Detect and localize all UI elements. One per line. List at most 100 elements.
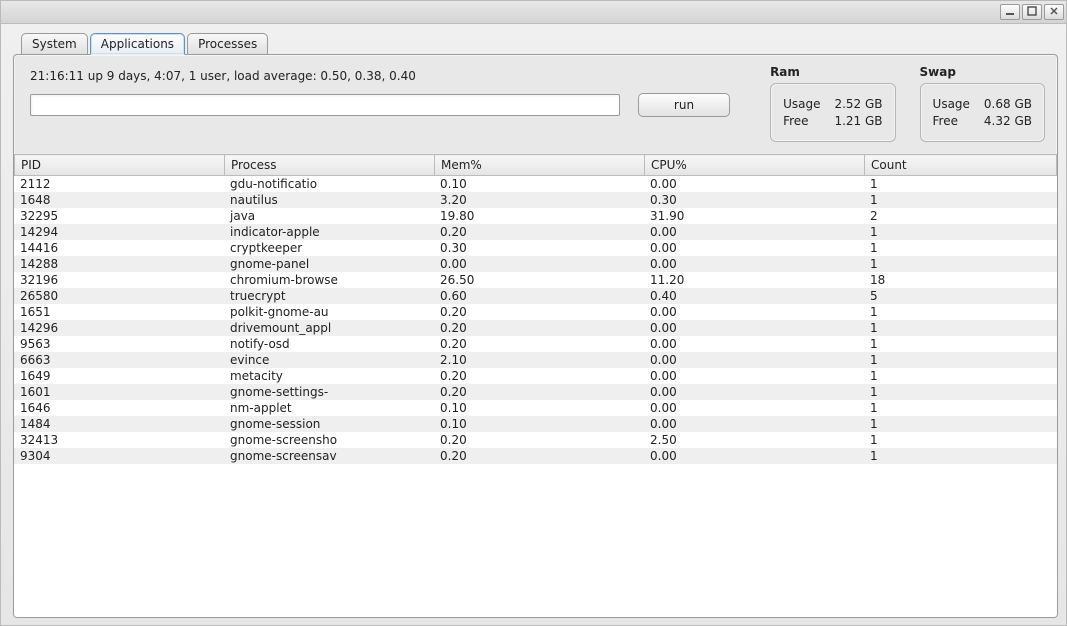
table-row[interactable]: 32196chromium-browse26.5011.2018 xyxy=(14,272,1057,288)
cell-count: 18 xyxy=(864,272,1057,288)
tab-system[interactable]: System xyxy=(21,33,88,55)
table-row[interactable]: 9563notify-osd0.200.001 xyxy=(14,336,1057,352)
cell-count: 1 xyxy=(864,304,1057,320)
tab-applications[interactable]: Applications xyxy=(90,33,185,55)
ram-label: Ram xyxy=(770,65,895,79)
cell-process: truecrypt xyxy=(224,288,434,304)
tab-bar: System Applications Processes xyxy=(21,30,1058,54)
col-header-cpu[interactable]: CPU% xyxy=(645,155,865,176)
swap-usage-value: 0.68 GB xyxy=(984,97,1032,111)
maximize-icon xyxy=(1027,6,1037,19)
cell-mem: 2.10 xyxy=(434,352,644,368)
cell-pid: 9563 xyxy=(14,336,224,352)
table-header-row: PID Process Mem% CPU% Count xyxy=(15,155,1057,176)
cell-cpu: 2.50 xyxy=(644,432,864,448)
cell-count: 1 xyxy=(864,432,1057,448)
col-header-pid[interactable]: PID xyxy=(15,155,225,176)
run-button[interactable]: run xyxy=(638,93,730,117)
ram-free-value: 1.21 GB xyxy=(834,114,882,128)
cell-process: cryptkeeper xyxy=(224,240,434,256)
cell-mem: 0.00 xyxy=(434,256,644,272)
table-body-scroll[interactable]: 2112gdu-notificatio0.100.0011648nautilus… xyxy=(14,176,1057,617)
cell-process: gnome-screensav xyxy=(224,448,434,464)
cell-mem: 0.20 xyxy=(434,384,644,400)
table-row[interactable]: 1484gnome-session0.100.001 xyxy=(14,416,1057,432)
minimize-icon xyxy=(1005,6,1015,19)
cell-cpu: 0.30 xyxy=(644,192,864,208)
cell-pid: 1651 xyxy=(14,304,224,320)
command-input[interactable] xyxy=(30,94,620,116)
cell-pid: 1646 xyxy=(14,400,224,416)
cell-process: gnome-settings- xyxy=(224,384,434,400)
tab-processes[interactable]: Processes xyxy=(187,33,268,55)
cell-cpu: 0.00 xyxy=(644,224,864,240)
cell-pid: 26580 xyxy=(14,288,224,304)
cell-count: 1 xyxy=(864,448,1057,464)
cell-cpu: 11.20 xyxy=(644,272,864,288)
cell-pid: 1601 xyxy=(14,384,224,400)
cell-count: 1 xyxy=(864,240,1057,256)
cell-process: gnome-panel xyxy=(224,256,434,272)
cell-pid: 32295 xyxy=(14,208,224,224)
cell-pid: 6663 xyxy=(14,352,224,368)
cell-count: 1 xyxy=(864,400,1057,416)
cell-process: drivemount_appl xyxy=(224,320,434,336)
cell-pid: 14296 xyxy=(14,320,224,336)
cell-count: 1 xyxy=(864,192,1057,208)
cell-mem: 3.20 xyxy=(434,192,644,208)
cell-process: gdu-notificatio xyxy=(224,176,434,192)
cell-count: 1 xyxy=(864,224,1057,240)
cell-cpu: 0.00 xyxy=(644,256,864,272)
swap-label: Swap xyxy=(920,65,1045,79)
table-row[interactable]: 32295java19.8031.902 xyxy=(14,208,1057,224)
cell-mem: 26.50 xyxy=(434,272,644,288)
cell-count: 1 xyxy=(864,320,1057,336)
table-row[interactable]: 14288gnome-panel0.000.001 xyxy=(14,256,1057,272)
table-row[interactable]: 9304gnome-screensav0.200.001 xyxy=(14,448,1057,464)
cell-mem: 19.80 xyxy=(434,208,644,224)
col-header-mem[interactable]: Mem% xyxy=(435,155,645,176)
uptime-status: 21:16:11 up 9 days, 4:07, 1 user, load a… xyxy=(30,69,756,83)
cell-mem: 0.10 xyxy=(434,176,644,192)
cell-count: 5 xyxy=(864,288,1057,304)
col-header-process[interactable]: Process xyxy=(225,155,435,176)
table-row[interactable]: 32413gnome-screensho0.202.501 xyxy=(14,432,1057,448)
info-cards: Ram Usage 2.52 GB Free 1.21 GB xyxy=(770,65,1045,142)
cell-cpu: 0.00 xyxy=(644,336,864,352)
swap-free-value: 4.32 GB xyxy=(984,114,1032,128)
process-table-wrap: PID Process Mem% CPU% Count 2112gdu-no xyxy=(14,154,1057,617)
swap-usage-label: Usage xyxy=(933,97,970,111)
table-row[interactable]: 1651polkit-gnome-au0.200.001 xyxy=(14,304,1057,320)
table-row[interactable]: 6663evince2.100.001 xyxy=(14,352,1057,368)
ram-usage-label: Usage xyxy=(783,97,820,111)
col-header-count[interactable]: Count xyxy=(865,155,1057,176)
cell-count: 1 xyxy=(864,416,1057,432)
table-row[interactable]: 14294indicator-apple0.200.001 xyxy=(14,224,1057,240)
table-row[interactable]: 1648nautilus3.200.301 xyxy=(14,192,1057,208)
applications-panel: 21:16:11 up 9 days, 4:07, 1 user, load a… xyxy=(13,54,1058,618)
table-row[interactable]: 14296drivemount_appl0.200.001 xyxy=(14,320,1057,336)
table-row[interactable]: 1601gnome-settings-0.200.001 xyxy=(14,384,1057,400)
process-table-body: 2112gdu-notificatio0.100.0011648nautilus… xyxy=(14,176,1057,464)
cell-mem: 0.20 xyxy=(434,224,644,240)
cell-count: 1 xyxy=(864,352,1057,368)
cell-pid: 1484 xyxy=(14,416,224,432)
maximize-button[interactable] xyxy=(1022,4,1042,20)
table-row[interactable]: 2112gdu-notificatio0.100.001 xyxy=(14,176,1057,192)
table-row[interactable]: 1646nm-applet0.100.001 xyxy=(14,400,1057,416)
cell-mem: 0.60 xyxy=(434,288,644,304)
table-row[interactable]: 14416cryptkeeper0.300.001 xyxy=(14,240,1057,256)
cell-count: 1 xyxy=(864,384,1057,400)
table-row[interactable]: 26580truecrypt0.600.405 xyxy=(14,288,1057,304)
cell-process: gnome-session xyxy=(224,416,434,432)
minimize-button[interactable] xyxy=(1000,4,1020,20)
cell-pid: 1649 xyxy=(14,368,224,384)
cell-cpu: 0.00 xyxy=(644,240,864,256)
cell-mem: 0.10 xyxy=(434,416,644,432)
cell-process: notify-osd xyxy=(224,336,434,352)
close-button[interactable] xyxy=(1044,4,1064,20)
table-row[interactable]: 1649metacity0.200.001 xyxy=(14,368,1057,384)
cell-cpu: 0.00 xyxy=(644,448,864,464)
cell-mem: 0.20 xyxy=(434,432,644,448)
ram-free-label: Free xyxy=(783,114,808,128)
